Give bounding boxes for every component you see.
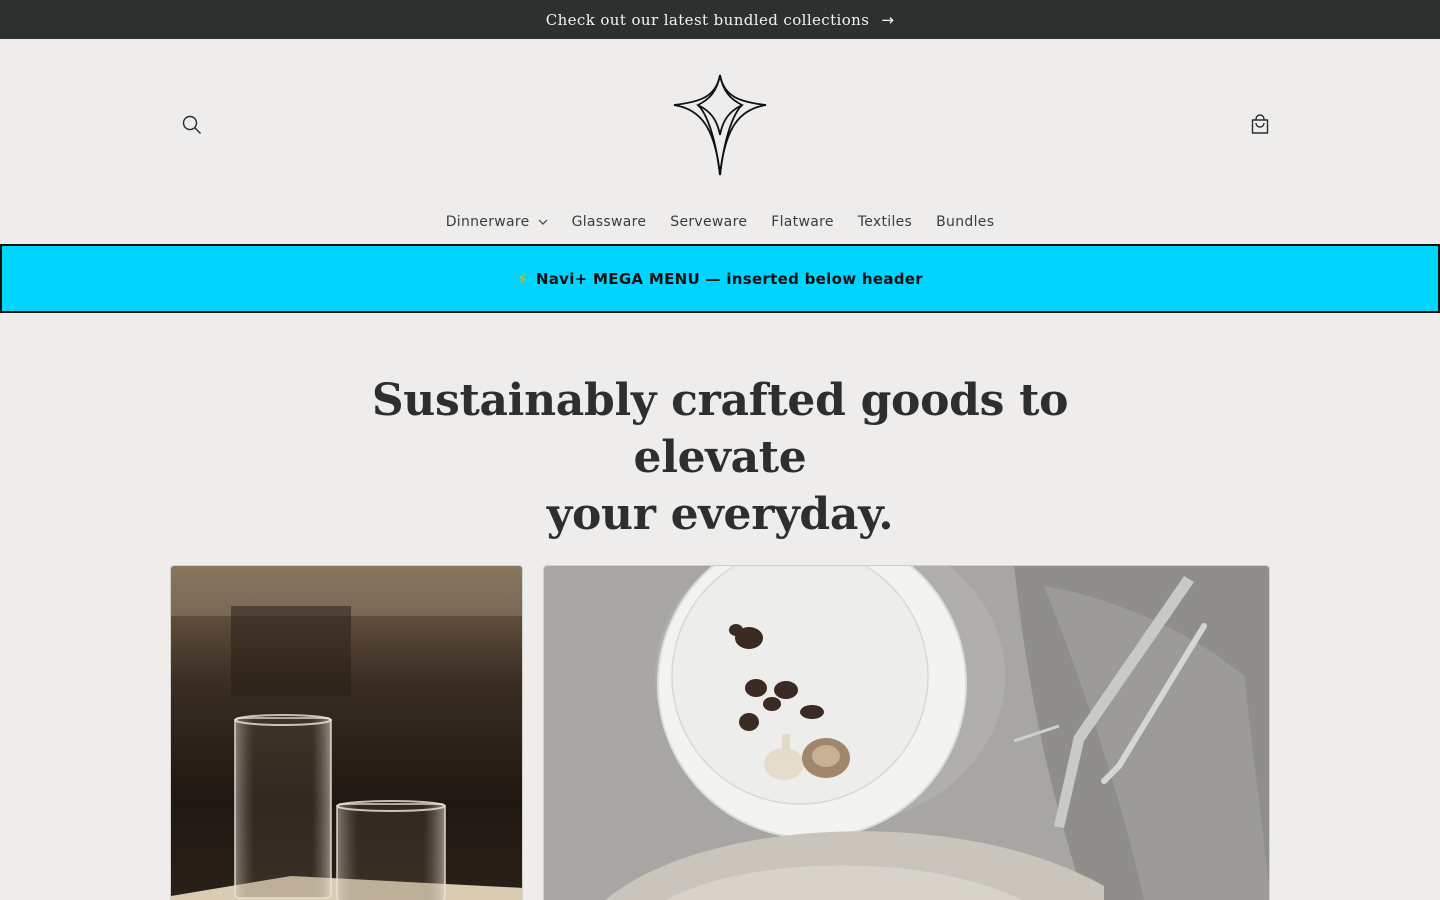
dinnerware-image xyxy=(544,566,1269,900)
nav-item-bundles[interactable]: Bundles xyxy=(924,214,1006,230)
nav-item-dinnerware[interactable]: Dinnerware xyxy=(434,214,560,230)
cart-button[interactable] xyxy=(1240,105,1280,145)
search-button[interactable] xyxy=(172,105,212,145)
nav-item-label: Dinnerware xyxy=(445,214,530,230)
glassware-image xyxy=(171,566,522,900)
collection-card-glassware[interactable] xyxy=(170,565,523,900)
nav-item-label: Serveware xyxy=(670,214,748,230)
nav-item-flatware[interactable]: Flatware xyxy=(759,214,846,230)
mega-menu-text: Navi+ MEGA MENU — inserted below header xyxy=(535,269,923,288)
mega-menu-banner[interactable]: ⚡ Navi+ MEGA MENU — inserted below heade… xyxy=(0,244,1440,313)
announcement-text[interactable]: Check out our latest bundled collections xyxy=(546,11,870,29)
nav-item-glassware[interactable]: Glassware xyxy=(560,214,659,230)
search-icon xyxy=(182,115,201,134)
arrow-right-icon: → xyxy=(881,10,895,29)
nav-item-serveware[interactable]: Serveware xyxy=(658,214,759,230)
star-logo-icon xyxy=(673,74,767,176)
main-nav: Dinnerware Glassware Serveware Flatware … xyxy=(0,207,1440,237)
store-logo[interactable] xyxy=(670,71,770,179)
site-header: Dinnerware Glassware Serveware Flatware … xyxy=(0,39,1440,244)
chevron-down-icon xyxy=(538,219,548,225)
announcement-bar[interactable]: Check out our latest bundled collections… xyxy=(0,0,1440,39)
nav-item-label: Flatware xyxy=(771,214,834,230)
nav-item-label: Glassware xyxy=(571,214,647,230)
hero-title-line-2: your everyday. xyxy=(546,489,894,540)
nav-item-textiles[interactable]: Textiles xyxy=(846,214,924,230)
lightning-icon: ⚡ xyxy=(517,269,528,288)
hero-title-line-1: Sustainably crafted goods to elevate xyxy=(371,375,1069,483)
collection-card-dinnerware[interactable] xyxy=(543,565,1270,900)
nav-item-label: Textiles xyxy=(857,214,913,230)
nav-item-label: Bundles xyxy=(936,214,995,230)
cart-icon xyxy=(1251,114,1269,134)
hero-title: Sustainably crafted goods to elevate you… xyxy=(300,372,1140,543)
